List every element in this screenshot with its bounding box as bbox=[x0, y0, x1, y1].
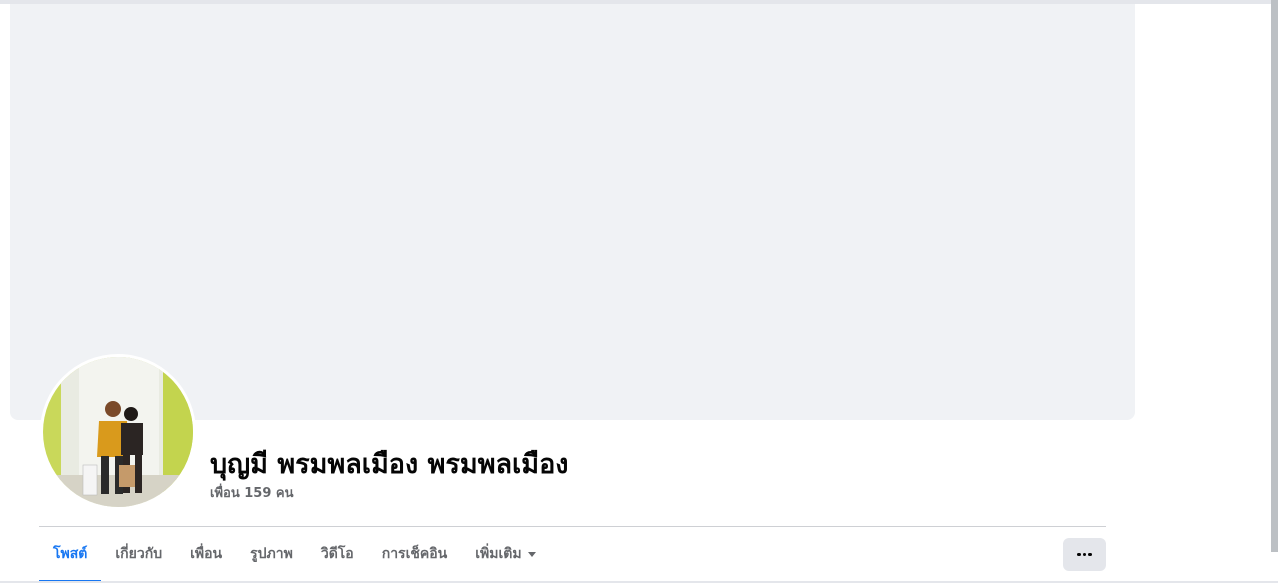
tab-videos[interactable]: วิดีโอ bbox=[307, 527, 368, 581]
tab-photos[interactable]: รูปภาพ bbox=[236, 527, 307, 581]
profile-photo-image bbox=[43, 357, 193, 507]
tab-checkins[interactable]: การเช็คอิน bbox=[368, 527, 462, 581]
more-horizontal-icon bbox=[1077, 552, 1092, 557]
profile-tabs: โพสต์ เกี่ยวกับ เพื่อน รูปภาพ วิดีโอ การ… bbox=[39, 527, 550, 583]
page-scrollbar[interactable] bbox=[1271, 0, 1278, 552]
tab-more-label: เพิ่มเติม bbox=[475, 546, 522, 562]
more-options-button[interactable] bbox=[1063, 538, 1106, 571]
tab-more[interactable]: เพิ่มเติม bbox=[461, 527, 549, 581]
profile-name: บุญมี พรมพลเมือง พรมพลเมือง bbox=[210, 449, 569, 480]
caret-down-icon bbox=[527, 551, 536, 557]
tab-about[interactable]: เกี่ยวกับ bbox=[101, 527, 176, 581]
profile-picture[interactable] bbox=[43, 357, 193, 507]
friends-count[interactable]: เพื่อน 159 คน bbox=[210, 482, 293, 503]
cover-photo[interactable] bbox=[10, 4, 1135, 420]
tab-posts[interactable]: โพสต์ bbox=[39, 527, 102, 583]
tab-friends[interactable]: เพื่อน bbox=[176, 527, 236, 581]
